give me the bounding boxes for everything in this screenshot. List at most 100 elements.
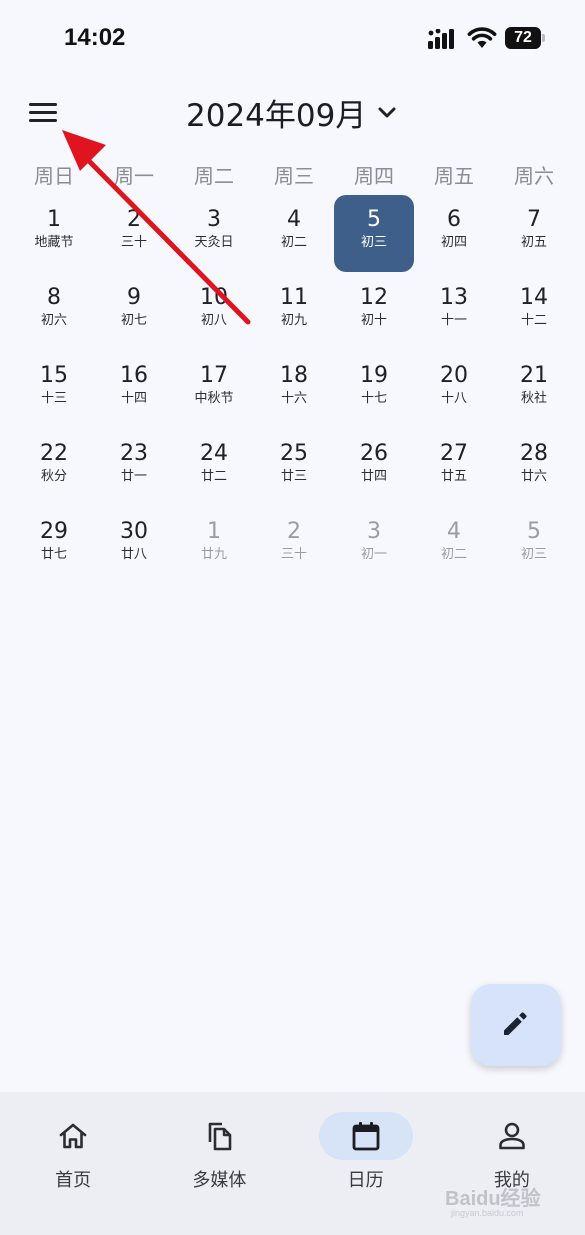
day-content: 24 廿二 xyxy=(174,441,254,486)
day-number: 14 xyxy=(520,285,548,310)
day-content: 5 初三 xyxy=(494,519,574,564)
day-cell-next-month[interactable]: 1 廿九 xyxy=(174,507,254,585)
day-number: 13 xyxy=(440,285,468,310)
signal-icon xyxy=(428,29,454,49)
day-lunar-label: 天灸日 xyxy=(194,235,234,250)
media-icon xyxy=(208,1122,232,1151)
day-cell[interactable]: 25 廿三 xyxy=(254,429,334,507)
day-lunar-label: 廿一 xyxy=(120,469,147,484)
day-number: 27 xyxy=(440,441,468,466)
day-number: 24 xyxy=(200,441,228,466)
day-content: 12 初十 xyxy=(334,285,414,330)
day-lunar-label: 十一 xyxy=(440,313,467,328)
day-cell[interactable]: 20 十八 xyxy=(414,351,494,429)
menu-icon[interactable] xyxy=(24,94,64,130)
day-number: 5 xyxy=(527,519,541,544)
nav-label-media: 多媒体 xyxy=(192,1170,247,1191)
day-lunar-label: 廿七 xyxy=(40,547,67,562)
day-cell[interactable]: 3 天灸日 xyxy=(174,195,254,273)
day-number: 8 xyxy=(47,285,61,310)
day-cell[interactable]: 15 十三 xyxy=(14,351,94,429)
day-lunar-label: 初二 xyxy=(280,235,307,250)
day-content: 10 初八 xyxy=(174,285,254,330)
day-lunar-label: 廿五 xyxy=(440,469,467,484)
weekday-label: 周三 xyxy=(274,164,314,188)
day-cell[interactable]: 18 十六 xyxy=(254,351,334,429)
day-lunar-label: 初五 xyxy=(520,235,547,250)
day-cell[interactable]: 14 十二 xyxy=(494,273,574,351)
day-number: 12 xyxy=(360,285,388,310)
day-number: 7 xyxy=(527,207,541,232)
day-content: 1 廿九 xyxy=(174,519,254,564)
day-cell-next-month[interactable]: 2 三十 xyxy=(254,507,334,585)
day-content: 15 十三 xyxy=(14,363,94,408)
pencil-icon xyxy=(504,1012,527,1035)
chevron-down-icon xyxy=(378,107,396,118)
weekday-label: 周四 xyxy=(354,164,394,188)
day-lunar-label: 三十 xyxy=(280,547,307,562)
day-cell[interactable]: 24 廿二 xyxy=(174,429,254,507)
day-lunar-label: 初三 xyxy=(520,547,547,562)
calendar-screen: 14:02 72 2024年09月 周日 周一 周二 周三 周四 周五 周六 1… xyxy=(0,0,585,1235)
day-cell[interactable]: 1 地藏节 xyxy=(14,195,94,273)
month-selector[interactable]: 2024年09月 xyxy=(186,92,398,134)
day-number: 22 xyxy=(40,441,68,466)
day-cell[interactable]: 6 初四 xyxy=(414,195,494,273)
day-cell[interactable]: 8 初六 xyxy=(14,273,94,351)
nav-item-profile[interactable]: 我的 xyxy=(439,1092,585,1235)
day-number: 20 xyxy=(440,363,468,388)
day-cell[interactable]: 2 三十 xyxy=(94,195,174,273)
day-number: 11 xyxy=(280,285,308,310)
day-content: 11 初九 xyxy=(254,285,334,330)
day-cell[interactable]: 30 廿八 xyxy=(94,507,174,585)
day-cell[interactable]: 12 初十 xyxy=(334,273,414,351)
day-cell-selected[interactable]: 5 初三 xyxy=(334,195,414,273)
day-lunar-label: 初四 xyxy=(440,235,467,250)
day-number: 17 xyxy=(200,363,228,388)
day-number: 1 xyxy=(207,519,221,544)
nav-item-media[interactable]: 多媒体 xyxy=(146,1092,292,1235)
day-cell[interactable]: 4 初二 xyxy=(254,195,334,273)
day-number: 9 xyxy=(127,285,141,310)
day-content: 3 初一 xyxy=(334,519,414,564)
day-content: 4 初二 xyxy=(254,207,334,252)
day-lunar-label: 初九 xyxy=(280,313,307,328)
day-content: 27 廿五 xyxy=(414,441,494,486)
nav-label-calendar: 日历 xyxy=(347,1170,384,1191)
day-lunar-label: 十六 xyxy=(280,391,307,406)
day-cell[interactable]: 9 初七 xyxy=(94,273,174,351)
day-cell[interactable]: 7 初五 xyxy=(494,195,574,273)
battery-tip xyxy=(542,34,545,42)
status-time: 14:02 xyxy=(64,24,126,51)
day-cell[interactable]: 29 廿七 xyxy=(14,507,94,585)
day-cell-next-month[interactable]: 4 初二 xyxy=(414,507,494,585)
edit-fab-button[interactable] xyxy=(471,984,561,1066)
day-number: 26 xyxy=(360,441,388,466)
day-cell[interactable]: 22 秋分 xyxy=(14,429,94,507)
day-lunar-label: 秋社 xyxy=(520,391,547,406)
day-cell-next-month[interactable]: 3 初一 xyxy=(334,507,414,585)
day-number: 23 xyxy=(120,441,148,466)
battery-icon: 72 xyxy=(505,27,545,49)
day-number: 18 xyxy=(280,363,308,388)
day-cell[interactable]: 16 十四 xyxy=(94,351,174,429)
day-cell[interactable]: 19 十七 xyxy=(334,351,414,429)
day-cell[interactable]: 10 初八 xyxy=(174,273,254,351)
day-cell[interactable]: 28 廿六 xyxy=(494,429,574,507)
day-cell[interactable]: 13 十一 xyxy=(414,273,494,351)
day-cell[interactable]: 17 中秋节 xyxy=(174,351,254,429)
day-content: 29 廿七 xyxy=(14,519,94,564)
nav-item-home[interactable]: 首页 xyxy=(0,1092,146,1235)
weekday-label: 周一 xyxy=(114,164,154,188)
day-content: 7 初五 xyxy=(494,207,574,252)
day-lunar-label: 初二 xyxy=(440,547,467,562)
day-cell[interactable]: 23 廿一 xyxy=(94,429,174,507)
day-cell-next-month[interactable]: 5 初三 xyxy=(494,507,574,585)
day-cell[interactable]: 26 廿四 xyxy=(334,429,414,507)
day-cell[interactable]: 11 初九 xyxy=(254,273,334,351)
nav-item-calendar[interactable]: 日历 xyxy=(293,1092,439,1235)
day-cell[interactable]: 21 秋社 xyxy=(494,351,574,429)
weekday-label: 周五 xyxy=(434,164,474,188)
home-icon xyxy=(59,1123,87,1149)
day-cell[interactable]: 27 廿五 xyxy=(414,429,494,507)
